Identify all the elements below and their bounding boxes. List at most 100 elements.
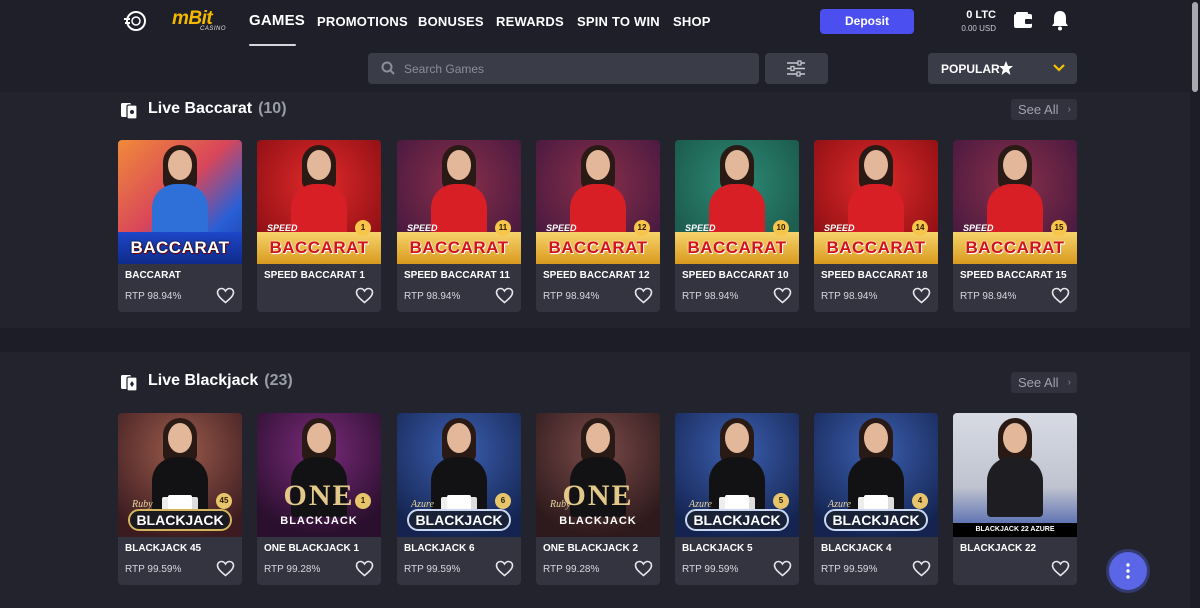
deposit-button[interactable]: Deposit: [820, 9, 914, 34]
bell-icon[interactable]: [1050, 9, 1070, 31]
game-thumbnail[interactable]: BLACKJACK 22 AZURE: [953, 413, 1077, 537]
game-card[interactable]: BACCARAT BACCARAT RTP 98.94%: [118, 140, 242, 312]
nav-games[interactable]: GAMES: [249, 12, 305, 29]
game-thumbnail[interactable]: Azure BLACKJACK 6: [397, 413, 521, 537]
game-title: BLACKJACK 45: [125, 543, 202, 554]
thumbnail-number-badge: 1: [355, 220, 371, 236]
dealer-figure: [725, 423, 749, 453]
thumbnail-brand-text: BACCARAT: [130, 238, 230, 257]
favorite-heart-icon[interactable]: [634, 560, 653, 577]
game-thumbnail[interactable]: Ruby ONE BLACKJACK: [536, 413, 660, 537]
game-title: SPEED BACCARAT 10: [682, 270, 789, 281]
game-card[interactable]: Azure BLACKJACK 6 BLACKJACK 6 RTP 99.59%: [397, 413, 521, 585]
game-title: ONE BLACKJACK 1: [264, 543, 360, 554]
favorite-heart-icon[interactable]: [355, 287, 374, 304]
thumbnail-brand-text: BACCARAT: [687, 238, 787, 257]
game-thumbnail[interactable]: SPEED BACCARAT 1: [257, 140, 381, 264]
game-card[interactable]: SPEED BACCARAT 10 SPEED BACCARAT 10 RTP 98.9…: [675, 140, 799, 312]
thumbnail-speed-text: SPEED: [824, 223, 855, 233]
filter-button[interactable]: [765, 53, 828, 84]
more-options-button[interactable]: [1109, 552, 1147, 590]
game-title: BLACKJACK 4: [821, 543, 892, 554]
nav-bonuses[interactable]: BONUSES: [418, 14, 484, 29]
more-vertical-icon: [1126, 563, 1130, 579]
dealer-figure: [586, 423, 610, 453]
game-card[interactable]: SPEED BACCARAT 11 SPEED BACCARAT 11 RTP 98.9…: [397, 140, 521, 312]
favorite-heart-icon[interactable]: [495, 560, 514, 577]
game-thumbnail[interactable]: SPEED BACCARAT 11: [397, 140, 521, 264]
game-rtp: RTP 99.28%: [543, 564, 600, 575]
nav-rewards[interactable]: REWARDS: [496, 14, 564, 29]
game-thumbnail[interactable]: ONE BLACKJACK 1: [257, 413, 381, 537]
nav-shop[interactable]: SHOP: [673, 14, 711, 29]
game-thumbnail[interactable]: SPEED BACCARAT 12: [536, 140, 660, 264]
thumbnail-speed-text: SPEED: [546, 223, 577, 233]
game-title: BLACKJACK 22: [960, 543, 1037, 554]
game-card[interactable]: Ruby BLACKJACK 45 BLACKJACK 45 RTP 99.59%: [118, 413, 242, 585]
game-card[interactable]: SPEED BACCARAT 15 SPEED BACCARAT 15 RTP 98.9…: [953, 140, 1077, 312]
thumbnail-brand-text: BLACKJACK: [280, 515, 358, 527]
favorite-heart-icon[interactable]: [912, 560, 931, 577]
favorite-heart-icon[interactable]: [1051, 560, 1070, 577]
game-thumbnail[interactable]: SPEED BACCARAT 15: [953, 140, 1077, 264]
favorite-heart-icon[interactable]: [1051, 287, 1070, 304]
scrollbar[interactable]: [1190, 0, 1200, 608]
balance-amount[interactable]: 0 LTC: [966, 9, 996, 21]
thumbnail-number-badge: 4: [912, 493, 928, 509]
wallet-icon[interactable]: [1013, 11, 1033, 30]
favorite-heart-icon[interactable]: [773, 560, 792, 577]
game-card[interactable]: Azure BLACKJACK 5 BLACKJACK 5 RTP 99.59%: [675, 413, 799, 585]
game-card[interactable]: SPEED BACCARAT 14 SPEED BACCARAT 18 RTP 98.9…: [814, 140, 938, 312]
cards-icon: [121, 375, 138, 392]
favorite-heart-icon[interactable]: [773, 287, 792, 304]
thumbnail-brand-text: BACCARAT: [409, 238, 509, 257]
favorite-heart-icon[interactable]: [634, 287, 653, 304]
game-card[interactable]: ONE BLACKJACK 1 ONE BLACKJACK 1 RTP 99.28%: [257, 413, 381, 585]
star-icon: [999, 61, 1013, 75]
see-all-button[interactable]: See All ›: [1011, 372, 1077, 393]
favorite-heart-icon[interactable]: [216, 287, 235, 304]
game-card[interactable]: BLACKJACK 22 AZURE BLACKJACK 22: [953, 413, 1077, 585]
game-card[interactable]: SPEED BACCARAT 12 SPEED BACCARAT 12 RTP 98.9…: [536, 140, 660, 312]
thumbnail-brand-text: BACCARAT: [269, 238, 369, 257]
game-rtp: RTP 99.59%: [821, 564, 878, 575]
thumbnail-speed-text: SPEED: [267, 223, 298, 233]
nav-promotions[interactable]: PROMOTIONS: [317, 14, 408, 29]
thumbnail-number-badge: 10: [773, 220, 789, 236]
game-rtp: RTP 99.59%: [682, 564, 739, 575]
see-all-label: See All: [1018, 102, 1059, 117]
game-card[interactable]: Ruby ONE BLACKJACK ONE BLACKJACK 2 RTP 99.28…: [536, 413, 660, 585]
chevron-right-icon: ›: [1067, 104, 1071, 115]
dealer-figure: [864, 150, 888, 180]
game-thumbnail[interactable]: Azure BLACKJACK 4: [814, 413, 938, 537]
game-card[interactable]: SPEED BACCARAT 1 SPEED BACCARAT 1: [257, 140, 381, 312]
game-title: SPEED BACCARAT 12: [543, 270, 650, 281]
sliders-icon: [787, 60, 805, 77]
game-title: SPEED BACCARAT 11: [404, 270, 510, 281]
search-input[interactable]: [404, 53, 744, 84]
sort-dropdown[interactable]: POPULAR: [928, 53, 1077, 84]
dealer-figure: [307, 423, 331, 453]
game-card[interactable]: Azure BLACKJACK 4 BLACKJACK 4 RTP 99.59%: [814, 413, 938, 585]
top-navigation-bar: mBit CASINO GAMES PROMOTIONS BONUSES REW…: [0, 0, 1200, 92]
dealer-figure: [168, 150, 192, 180]
favorite-heart-icon[interactable]: [912, 287, 931, 304]
section-live-blackjack: Live Blackjack (23) See All › Ruby BLACKJA…: [0, 352, 1190, 608]
poker-chip-icon[interactable]: [123, 10, 147, 32]
favorite-heart-icon[interactable]: [216, 560, 235, 577]
dealer-figure: [447, 150, 471, 180]
favorite-heart-icon[interactable]: [355, 560, 374, 577]
thumbnail-caption: BLACKJACK 22 AZURE: [953, 523, 1077, 537]
scrollbar-thumb[interactable]: [1192, 2, 1198, 92]
game-thumbnail[interactable]: SPEED BACCARAT 10: [675, 140, 799, 264]
thumbnail-brand-text: BLACKJACK: [407, 509, 511, 531]
game-thumbnail[interactable]: BACCARAT: [118, 140, 242, 264]
nav-spin-to-win[interactable]: SPIN TO WIN: [577, 14, 660, 29]
favorite-heart-icon[interactable]: [495, 287, 514, 304]
game-thumbnail[interactable]: Ruby BLACKJACK 45: [118, 413, 242, 537]
game-rtp: RTP 98.94%: [543, 291, 600, 302]
thumbnail-number-badge: 45: [216, 493, 232, 509]
game-thumbnail[interactable]: SPEED BACCARAT 14: [814, 140, 938, 264]
game-thumbnail[interactable]: Azure BLACKJACK 5: [675, 413, 799, 537]
see-all-button[interactable]: See All ›: [1011, 99, 1077, 120]
